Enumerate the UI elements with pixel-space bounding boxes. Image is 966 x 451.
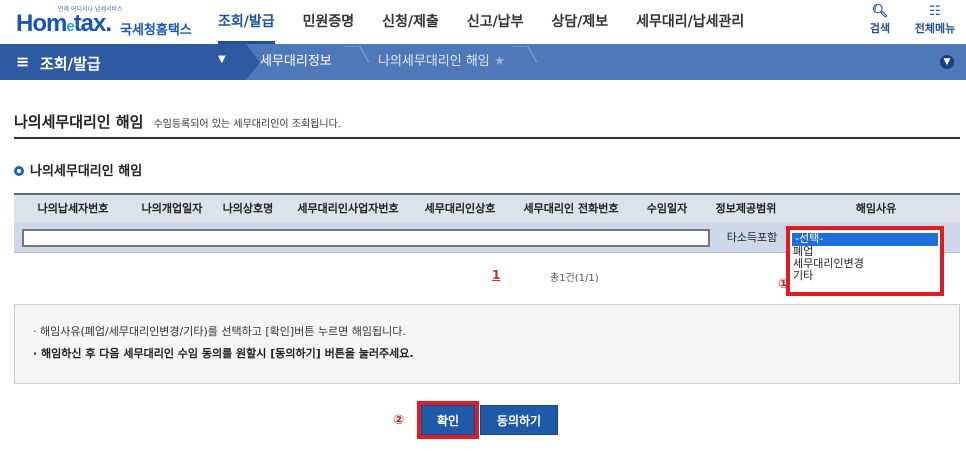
marker-two: ② — [393, 413, 405, 428]
nav-item-tax-agent[interactable]: 세무대리/납세관리 — [636, 0, 744, 44]
pagination: 1 총1건(1/1) — [0, 268, 966, 288]
col-agent-biz-no: 세무대리인사업자번호 — [297, 202, 399, 215]
breadcrumb-separator — [512, 46, 538, 62]
row-data-field — [22, 229, 710, 247]
nav-item-application[interactable]: 신청/제출 — [382, 0, 439, 44]
hometax-logo[interactable]: 언제 어디서나 납세서비스 Hometax. 국세청홈택스 — [14, 4, 194, 40]
col-agent-phone: 세무대리인 전화번호 — [523, 202, 619, 215]
col-accept-date: 수임일자 — [646, 202, 688, 215]
page-title: 나의세무대리인 해임 수임등록되어 있는 세무대리인이 조회됩니다. — [14, 113, 341, 131]
page-description: 수임등록되어 있는 세무대리인이 조회됩니다. — [153, 119, 341, 130]
nav-item-report-payment[interactable]: 신고/납부 — [467, 0, 524, 44]
logo-korean: 국세청홈택스 — [120, 23, 192, 38]
page-total: 총1건(1/1) — [550, 273, 599, 284]
grid-icon: ☷ — [929, 4, 941, 19]
main-nav: 조회/발급 민원증명 신청/제출 신고/납부 상담/제보 세무대리/납세관리 — [218, 0, 772, 44]
logo-wordmark: Hometax. — [16, 10, 112, 37]
col-info-scope: 정보제공범위 — [715, 202, 777, 215]
nav-item-inquiry[interactable]: 조회/발급 — [218, 0, 275, 44]
col-taxpayer-no: 나의납세자번호 — [37, 202, 109, 215]
col-company-name: 나의상호명 — [222, 202, 274, 215]
top-header: 언제 어디서나 납세서비스 Hometax. 국세청홈택스 조회/발급 민원증명… — [0, 0, 966, 44]
breadcrumb-level2[interactable]: 세무대리정보 — [260, 44, 332, 80]
search-icon: 🔍︎ — [871, 4, 889, 19]
breadcrumb: ≡ 조회/발급 ▼ 세무대리정보 나의세무대리인 해임 ★ ▼ — [0, 44, 966, 80]
col-open-date: 나의개업일자 — [141, 202, 203, 215]
info-scope-value: 타소득포함 — [726, 231, 778, 244]
star-icon[interactable]: ★ — [494, 54, 506, 69]
bullet-icon — [14, 166, 24, 176]
divider — [14, 137, 960, 139]
page-number[interactable]: 1 — [492, 268, 500, 282]
breadcrumb-separator — [344, 46, 370, 62]
search-button[interactable]: 🔍︎ 검색 — [862, 4, 898, 36]
breadcrumb-level3: 나의세무대리인 해임 ★ — [378, 54, 506, 69]
breadcrumb-main-menu[interactable]: ≡ 조회/발급 ▼ — [0, 44, 260, 80]
notice-box: · 해임사유(폐업/세무대리인변경/기타)를 선택하고 [확인]버튼 누르면 해… — [14, 304, 960, 384]
nav-item-consult[interactable]: 상담/제보 — [551, 0, 608, 44]
chevron-down-icon[interactable]: ▼ — [940, 55, 954, 69]
notice-line-2: · 해임하신 후 다음 세무대리인 수임 동의를 원할시 [동의하기] 버튼을 … — [33, 347, 414, 360]
all-menu-button[interactable]: ☷ 전체메뉴 — [910, 4, 960, 36]
reason-option-select[interactable]: -선택- — [792, 233, 938, 246]
hamburger-icon: ≡ — [16, 52, 30, 71]
confirm-highlight: 확인 — [417, 401, 479, 439]
col-dismiss-reason: 해임사유 — [855, 202, 897, 215]
col-agent-name: 세무대리인상호 — [424, 202, 496, 215]
table-header: 나의납세자번호 나의개업일자 나의상호명 세무대리인사업자번호 세무대리인상호 … — [14, 193, 960, 223]
section-title: 나의세무대리인 해임 — [14, 160, 142, 179]
nav-item-certificate[interactable]: 민원증명 — [303, 0, 355, 44]
caret-down-icon: ▼ — [218, 54, 226, 65]
agree-button[interactable]: 동의하기 — [480, 405, 558, 435]
confirm-button[interactable]: 확인 — [421, 405, 475, 435]
agent-table: 나의납세자번호 나의개업일자 나의상호명 세무대리인사업자번호 세무대리인상호 … — [14, 193, 960, 253]
notice-line-1: · 해임사유(폐업/세무대리인변경/기타)를 선택하고 [확인]버튼 누르면 해… — [33, 325, 406, 338]
